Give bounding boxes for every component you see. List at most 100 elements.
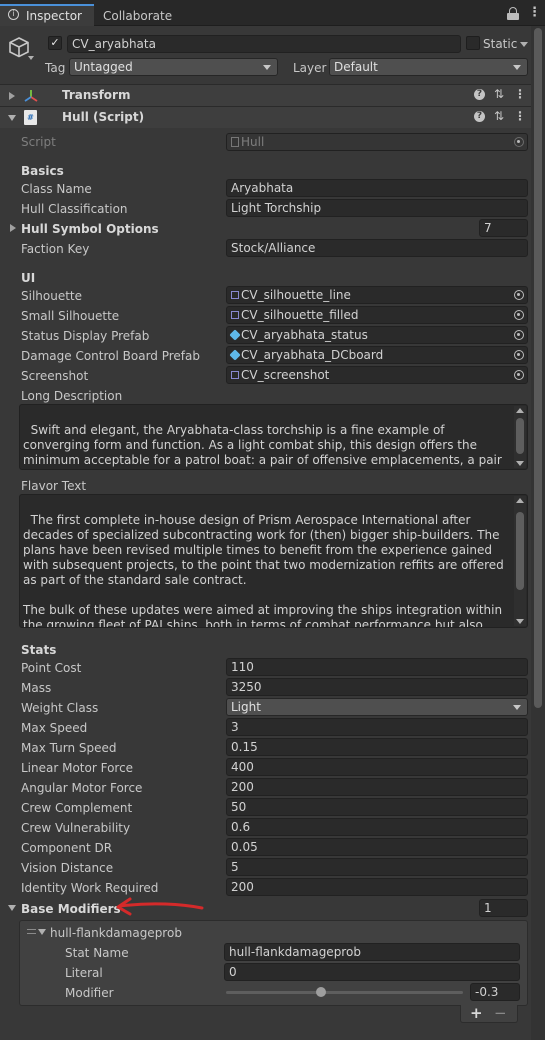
stat-name-field[interactable]: hull-flankdamageprob <box>224 943 520 961</box>
static-dropdown-arrow[interactable] <box>520 42 528 47</box>
dc-board-prefab-field[interactable]: CV_aryabhata_DCboard <box>226 346 528 364</box>
stat-field[interactable]: 50 <box>226 798 528 816</box>
static-checkbox[interactable] <box>466 36 480 50</box>
hull-symbol-label[interactable]: Hull Symbol Options <box>21 221 159 237</box>
presets-sliders-icon[interactable]: ⇅ <box>494 87 504 101</box>
stat-label: Angular Motor Force <box>21 781 143 795</box>
hull-symbol-expand-icon[interactable] <box>10 224 16 232</box>
scroll-up-icon[interactable] <box>516 498 524 503</box>
transform-header[interactable]: Transform ? ⇅ ⋮ <box>0 84 531 106</box>
component-menu-icon[interactable]: ⋮ <box>514 87 526 101</box>
base-modifiers-count-field[interactable]: 1 <box>479 899 528 917</box>
faction-key-field[interactable]: Stock/Alliance <box>226 239 528 257</box>
base-modifiers-collapse-icon[interactable] <box>8 905 16 911</box>
modifier-label: Modifier <box>65 986 114 1000</box>
object-picker-icon <box>514 137 524 147</box>
base-modifiers-label[interactable]: Base Modifiers <box>21 901 121 917</box>
object-picker-icon[interactable] <box>514 350 524 360</box>
silhouette-label: Silhouette <box>21 289 83 303</box>
status-prefab-label: Status Display Prefab <box>21 329 150 343</box>
status-prefab-field[interactable]: CV_aryabhata_status <box>226 326 528 344</box>
object-name-field[interactable]: CV_aryabhata <box>67 35 461 53</box>
long-description-scrollbar[interactable] <box>514 406 526 468</box>
stat-label: Identity Work Required <box>21 881 159 895</box>
icon-dropdown-arrow[interactable] <box>28 56 34 60</box>
stat-field[interactable]: 3 <box>226 718 528 736</box>
stat-field[interactable]: 200 <box>226 878 528 896</box>
help-icon[interactable]: ? <box>474 89 485 100</box>
chevron-down-icon <box>513 65 521 70</box>
inspector-scrollbar[interactable] <box>531 26 545 1040</box>
object-picker-icon[interactable] <box>514 290 524 300</box>
faction-key-label: Faction Key <box>21 242 90 256</box>
screenshot-label: Screenshot <box>21 369 89 383</box>
flavor-text-textarea[interactable]: The first complete in-house design of Pr… <box>19 494 528 628</box>
stat-field[interactable]: 400 <box>226 758 528 776</box>
layer-dropdown[interactable]: Default <box>329 58 528 76</box>
tag-dropdown[interactable]: Untagged <box>69 58 278 76</box>
long-description-textarea[interactable]: Swift and elegant, the Aryabhata-class t… <box>19 404 528 470</box>
tag-value: Untagged <box>74 60 133 74</box>
stat-label: Weight Class <box>21 701 99 715</box>
active-checkbox[interactable]: ✓ <box>48 36 62 50</box>
modifier-slider-track[interactable] <box>226 991 463 994</box>
stat-field[interactable]: 0.6 <box>226 818 528 836</box>
component-menu-icon[interactable]: ⋮ <box>514 109 526 123</box>
scroll-down-icon[interactable] <box>516 461 524 466</box>
stat-field[interactable]: 5 <box>226 858 528 876</box>
object-picker-icon[interactable] <box>514 330 524 340</box>
element-collapse-icon[interactable] <box>38 929 46 935</box>
object-picker-icon[interactable] <box>514 310 524 320</box>
scroll-up-icon[interactable] <box>516 408 524 413</box>
tab-inspector[interactable]: i Inspector <box>0 4 94 26</box>
object-picker-icon[interactable] <box>514 370 524 380</box>
weight-class-dropdown[interactable]: Light <box>226 698 528 716</box>
scroll-down-icon[interactable] <box>516 619 524 624</box>
literal-field[interactable]: 0 <box>224 963 520 981</box>
tab-collaborate[interactable]: Collaborate <box>103 9 172 23</box>
chevron-down-icon <box>263 65 271 70</box>
info-icon: i <box>8 9 19 20</box>
transform-title: Transform <box>62 88 131 102</box>
status-prefab-value: CV_aryabhata_status <box>241 328 368 342</box>
flavor-text-scrollbar[interactable] <box>514 496 526 626</box>
static-label: Static <box>483 37 518 51</box>
annotation-arrow <box>116 897 204 916</box>
stat-field[interactable]: 0.05 <box>226 838 528 856</box>
class-name-field[interactable]: Aryabhata <box>226 179 528 197</box>
long-description-text: Swift and elegant, the Aryabhata-class t… <box>23 423 502 469</box>
scroll-thumb[interactable] <box>516 418 524 454</box>
stat-label: Max Speed <box>21 721 88 735</box>
kebab-menu-icon[interactable]: ⋮ <box>528 5 541 20</box>
small-silhouette-field[interactable]: CV_silhouette_filled <box>226 306 528 324</box>
add-element-button[interactable]: + <box>470 1004 483 1022</box>
hull-script-header[interactable]: # Hull (Script) ? ⇅ ⋮ <box>0 106 531 128</box>
hull-classification-field[interactable]: Light Torchship <box>226 199 528 217</box>
gameobject-cube-icon <box>9 37 29 58</box>
stat-field[interactable]: 110 <box>226 658 528 676</box>
modifier-element-title[interactable]: hull-flankdamageprob <box>50 925 182 941</box>
modifier-slider-thumb[interactable] <box>315 987 326 997</box>
small-silhouette-value: CV_silhouette_filled <box>241 308 359 322</box>
screenshot-field[interactable]: CV_screenshot <box>226 366 528 384</box>
tab-inspector-label: Inspector <box>26 9 82 23</box>
stat-label: Point Cost <box>21 661 82 675</box>
hull-symbol-count-field[interactable]: 7 <box>479 219 528 237</box>
expand-arrow-icon <box>9 92 15 100</box>
prefab-cube-icon <box>229 349 241 361</box>
stat-field[interactable]: 3250 <box>226 678 528 696</box>
inspector-scroll-thumb[interactable] <box>534 28 542 708</box>
presets-sliders-icon[interactable]: ⇅ <box>494 109 504 123</box>
drag-handle-icon[interactable] <box>27 929 36 934</box>
stat-label: Vision Distance <box>21 861 114 875</box>
stat-field[interactable]: 200 <box>226 778 528 796</box>
stat-field[interactable]: 0.15 <box>226 738 528 756</box>
scroll-thumb[interactable] <box>516 512 524 590</box>
help-icon[interactable]: ? <box>474 111 485 122</box>
silhouette-field[interactable]: CV_silhouette_line <box>226 286 528 304</box>
remove-element-button[interactable]: − <box>494 1004 507 1022</box>
modifier-value-field[interactable]: -0.3 <box>470 983 520 1001</box>
hull-classification-label: Hull Classification <box>21 202 128 216</box>
sprite-icon <box>231 291 239 299</box>
csharp-script-icon: # <box>24 110 37 125</box>
